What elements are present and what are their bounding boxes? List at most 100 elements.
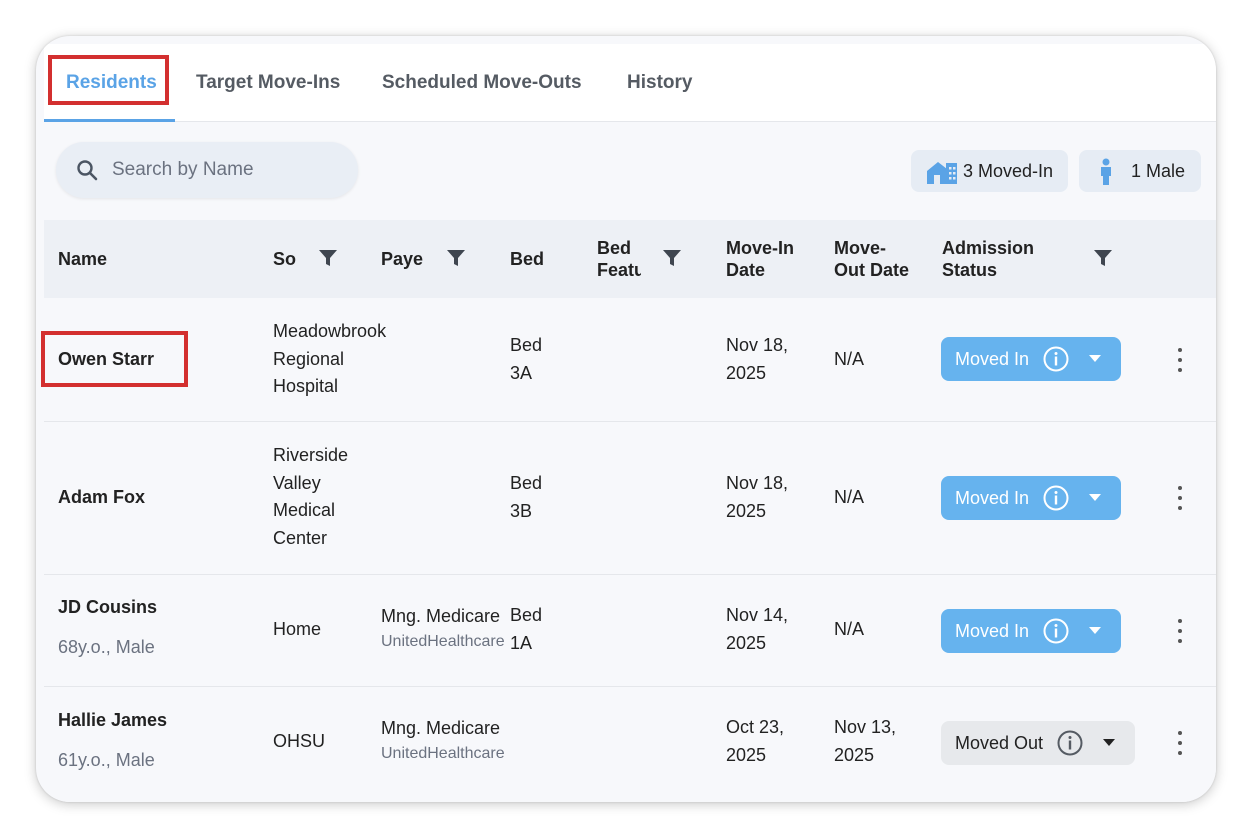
- status-label: Moved In: [955, 487, 1030, 508]
- header-admission-line1[interactable]: Admission: [942, 237, 1034, 259]
- resident-name[interactable]: Hallie James: [58, 707, 167, 735]
- more-options-icon[interactable]: [1170, 728, 1190, 758]
- bed-cell: Bed 1A: [510, 602, 542, 657]
- source-cell: OHSU: [273, 731, 326, 751]
- info-icon[interactable]: [1043, 485, 1069, 511]
- search-input[interactable]: [112, 142, 342, 198]
- move-in-line: 2025: [726, 632, 767, 653]
- move-in-date: Oct 23, 2025: [726, 714, 784, 769]
- admission-status-dropdown[interactable]: Moved In: [941, 337, 1121, 381]
- payer-name: Mng. Medicare: [381, 718, 501, 738]
- chevron-down-icon: [1103, 739, 1115, 746]
- info-icon[interactable]: [1043, 618, 1069, 644]
- header-move-in-line1[interactable]: Move-In: [726, 237, 794, 259]
- moved-in-count-label: 3 Moved-In: [963, 160, 1054, 181]
- tab-residents[interactable]: Residents: [66, 44, 157, 122]
- source-line: Riverside: [273, 445, 349, 465]
- chevron-down-icon: [1089, 627, 1101, 634]
- bed-line: 3A: [510, 362, 533, 383]
- bed-cell: Bed 3A: [510, 332, 542, 387]
- person-icon: [1101, 158, 1111, 185]
- admission-status-filter-icon[interactable]: [1093, 248, 1113, 268]
- source-line: Valley: [273, 472, 321, 493]
- admission-status-dropdown[interactable]: Moved In: [941, 476, 1121, 520]
- tab-target-move-ins[interactable]: Target Move-Ins: [196, 44, 340, 122]
- male-count-label: 1 Male: [1131, 160, 1186, 181]
- move-out-line: Nov 13,: [834, 717, 897, 737]
- resident-name[interactable]: JD Cousins: [58, 594, 157, 622]
- source-cell: Home: [273, 619, 322, 639]
- header-move-out-line1[interactable]: Move-: [834, 237, 886, 259]
- table-header: Name So Paye Bed Bed Featu Move-In Date …: [44, 220, 1216, 298]
- move-out-date: N/A: [834, 349, 865, 369]
- move-in-date: Nov 18, 2025: [726, 332, 788, 387]
- bed-features-filter-icon[interactable]: [662, 248, 682, 268]
- payer-filter-icon[interactable]: [446, 248, 466, 268]
- source-line: Center: [273, 527, 328, 548]
- header-name[interactable]: Name: [58, 248, 107, 270]
- bed-line: Bed: [510, 473, 543, 493]
- chevron-down-icon: [1089, 355, 1101, 362]
- admission-status-dropdown[interactable]: Moved Out: [941, 721, 1135, 765]
- bed-line: Bed: [510, 605, 543, 625]
- move-in-date: Nov 14, 2025: [726, 602, 788, 657]
- chevron-down-icon: [1089, 494, 1101, 501]
- resident-age-gender: 68y.o., Male: [58, 637, 155, 657]
- move-in-line: Nov 14,: [726, 605, 789, 625]
- table-row[interactable]: Hallie James 61y.o., Male OHSU Mng. Medi…: [44, 687, 1216, 802]
- header-move-in-line2[interactable]: Date: [726, 259, 765, 281]
- info-icon[interactable]: [1043, 346, 1069, 372]
- move-in-line: Nov 18,: [726, 473, 789, 493]
- header-bed[interactable]: Bed: [510, 248, 544, 270]
- resident-age-gender: 61y.o., Male: [58, 750, 155, 770]
- header-source[interactable]: So: [273, 248, 296, 270]
- status-label: Moved In: [955, 620, 1030, 641]
- tab-bar: Residents Target Move-Ins Scheduled Move…: [44, 44, 1216, 122]
- table-row[interactable]: Adam Fox Riverside Valley Medical Center…: [44, 422, 1216, 575]
- move-in-line: 2025: [726, 362, 767, 383]
- move-in-line: 2025: [726, 500, 767, 521]
- header-move-out-line2[interactable]: Out Date: [834, 259, 909, 281]
- header-payer[interactable]: Paye: [381, 248, 425, 270]
- admission-status-dropdown[interactable]: Moved In: [941, 609, 1121, 653]
- table-row[interactable]: Owen Starr Meadowbrook Regional Hospital…: [44, 298, 1216, 422]
- bed-line: Bed: [510, 335, 543, 355]
- move-in-line: 2025: [726, 744, 767, 765]
- payer-plan: UnitedHealthcare: [381, 745, 505, 762]
- more-options-icon[interactable]: [1170, 345, 1190, 375]
- search-box[interactable]: [56, 142, 358, 198]
- more-options-icon[interactable]: [1170, 616, 1190, 646]
- bed-line: 3B: [510, 500, 533, 521]
- move-out-date: N/A: [834, 487, 865, 507]
- bed-cell: Bed 3B: [510, 470, 542, 525]
- tab-history[interactable]: History: [627, 44, 692, 122]
- male-count-badge: 1 Male: [1079, 150, 1201, 192]
- source-cell: Riverside Valley Medical Center: [273, 442, 348, 552]
- payer-name: Mng. Medicare: [381, 606, 501, 626]
- moved-in-count-badge: 3 Moved-In: [911, 150, 1068, 192]
- resident-name[interactable]: Adam Fox: [58, 484, 145, 512]
- table-row[interactable]: JD Cousins 68y.o., Male Home Mng. Medica…: [44, 575, 1216, 687]
- move-in-line: Nov 18,: [726, 335, 789, 355]
- building-icon: [927, 162, 957, 184]
- header-bed-features-line2[interactable]: Featu: [597, 259, 641, 281]
- resident-name[interactable]: Owen Starr: [58, 346, 154, 374]
- source-line: Medical: [273, 500, 336, 520]
- source-filter-icon[interactable]: [318, 248, 338, 268]
- payer-plan: UnitedHealthcare: [381, 633, 505, 650]
- bed-line: 1A: [510, 632, 533, 653]
- source-line: Hospital: [273, 376, 339, 396]
- info-icon[interactable]: [1057, 730, 1083, 756]
- source-line: Meadowbrook: [273, 321, 387, 341]
- tab-scheduled-move-outs[interactable]: Scheduled Move-Outs: [382, 44, 582, 122]
- more-options-icon[interactable]: [1170, 483, 1190, 513]
- header-bed-features-line1[interactable]: Bed: [597, 237, 631, 259]
- move-out-line: 2025: [834, 744, 875, 765]
- move-in-line: Oct 23,: [726, 717, 785, 737]
- header-admission-line2[interactable]: Status: [942, 259, 997, 281]
- status-label: Moved In: [955, 348, 1030, 369]
- source-cell: Meadowbrook Regional Hospital: [273, 318, 386, 401]
- move-out-date: Nov 13, 2025: [834, 714, 896, 769]
- status-label: Moved Out: [955, 732, 1044, 753]
- search-icon: [77, 160, 98, 181]
